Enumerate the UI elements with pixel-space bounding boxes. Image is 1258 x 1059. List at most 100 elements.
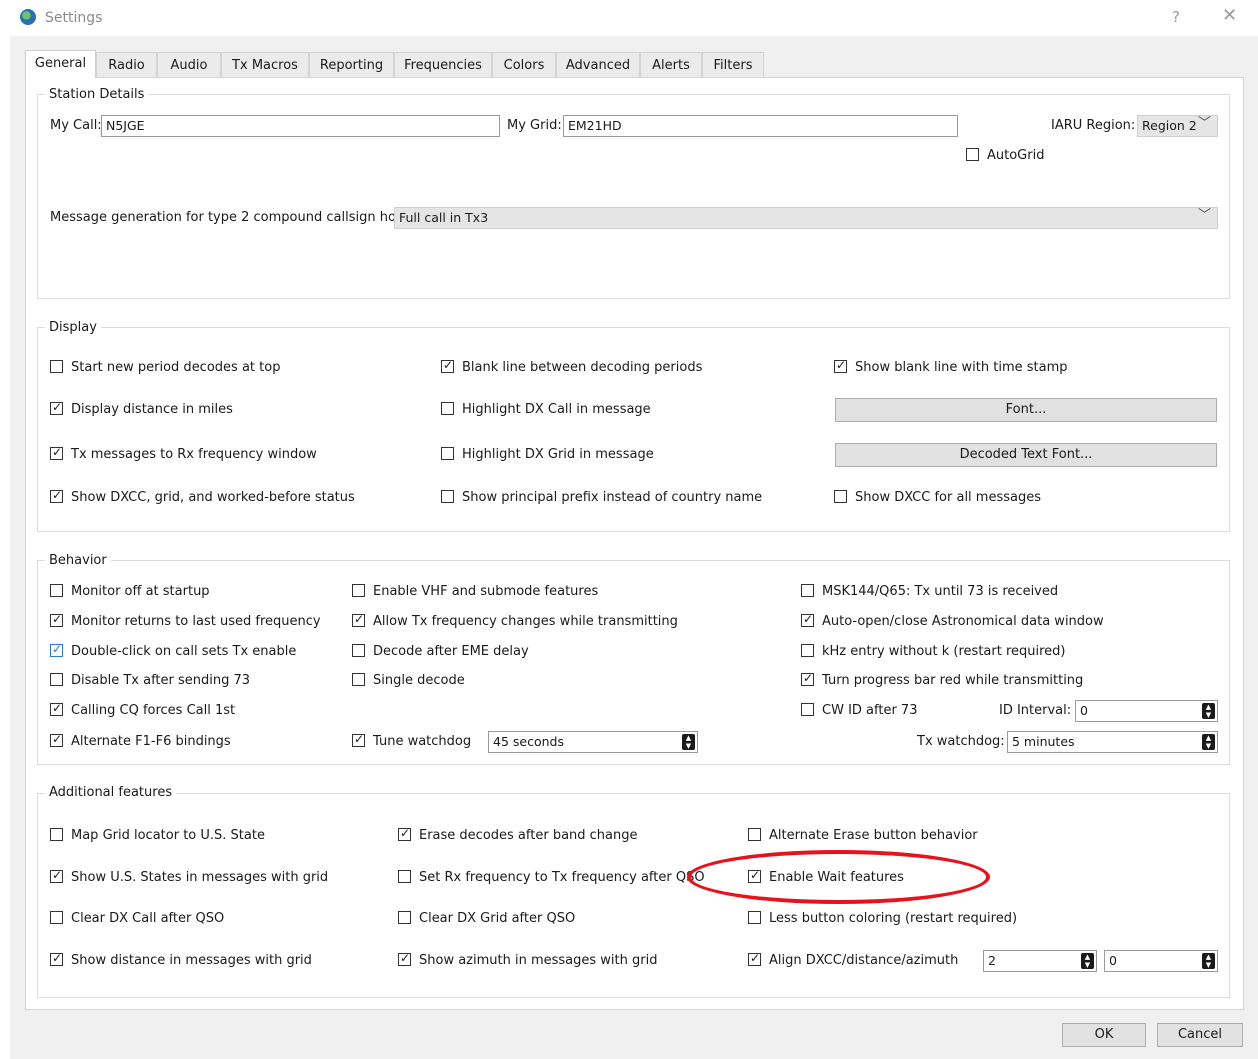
tab-frequencies[interactable]: Frequencies <box>394 52 492 77</box>
spin-arrows-icon[interactable]: ▲ ▼ <box>1202 734 1215 750</box>
tab-advanced[interactable]: Advanced <box>556 52 640 77</box>
tx-watchdog-label: Tx watchdog: <box>917 734 1005 749</box>
align-value-1: 2 <box>988 953 996 968</box>
align-spinbox-1[interactable]: 2 ▲ ▼ <box>983 950 1097 972</box>
checkbox-label: AutoGrid <box>987 148 1045 163</box>
checkbox-box: ✓ <box>50 701 63 716</box>
align-spinbox-2[interactable]: 0 ▲ ▼ <box>1104 950 1218 972</box>
checkbox-box <box>50 673 63 686</box>
spin-arrows-icon[interactable]: ▲ ▼ <box>1081 953 1094 969</box>
checkbox-box: ✓ <box>50 732 63 747</box>
close-icon[interactable]: ✕ <box>1222 5 1237 26</box>
checkbox-label: Erase decodes after band change <box>419 828 638 843</box>
tab-colors[interactable]: Colors <box>492 52 556 77</box>
spin-arrows-icon[interactable]: ▲ ▼ <box>1202 703 1215 719</box>
msg-gen-value: Full call in Tx3 <box>399 210 489 225</box>
checkbox-label: Set Rx frequency to Tx frequency after Q… <box>419 870 705 885</box>
window-title: Settings <box>45 10 103 26</box>
spin-arrows-icon[interactable]: ▲ ▼ <box>682 734 695 750</box>
checkbox-label: Calling CQ forces Call 1st <box>71 703 236 718</box>
chevron-down-icon: ﹀ <box>1197 208 1211 223</box>
id-interval-label: ID Interval: <box>999 703 1072 718</box>
checkbox-box: ✓ <box>352 612 365 627</box>
id-interval-value: 0 <box>1080 703 1088 718</box>
checkbox-label: Show DXCC for all messages <box>855 490 1041 505</box>
checkbox-box: ✓ <box>50 642 63 657</box>
chevron-down-icon: ﹀ <box>1197 116 1211 131</box>
check-icon: ✓ <box>803 671 814 685</box>
checkbox-label: Disable Tx after sending 73 <box>71 673 251 688</box>
tab-radio[interactable]: Radio <box>96 52 157 77</box>
display-title: Display <box>45 320 101 335</box>
checkbox-label: Less button coloring (restart required) <box>769 911 1018 926</box>
tab-filters[interactable]: Filters <box>702 52 764 77</box>
checkbox-label: MSK144/Q65: Tx until 73 is received <box>822 584 1059 599</box>
checkbox-box <box>441 402 454 415</box>
checkbox-box <box>352 644 365 657</box>
tune-watchdog-spinbox[interactable]: 45 seconds ▲ ▼ <box>488 731 698 753</box>
checkbox-box: ✓ <box>50 445 63 460</box>
checkbox-label: Alternate F1-F6 bindings <box>71 734 231 749</box>
checkbox-label: Allow Tx frequency changes while transmi… <box>373 614 678 629</box>
checkbox-box <box>441 490 454 503</box>
tab-tx-macros[interactable]: Tx Macros <box>221 52 309 77</box>
checkbox-box: ✓ <box>834 358 847 373</box>
tab-alerts[interactable]: Alerts <box>640 52 702 77</box>
iaru-region-value: Region 2 <box>1142 118 1197 133</box>
check-icon: ✓ <box>836 358 847 372</box>
checkbox-box <box>50 911 63 924</box>
annotation-ellipse <box>687 850 990 904</box>
checkbox-label: Show distance in messages with grid <box>71 953 312 968</box>
checkbox-label: kHz entry without k (restart required) <box>822 644 1066 659</box>
checkbox-box: ✓ <box>398 826 411 841</box>
checkbox-label: Single decode <box>373 673 465 688</box>
id-interval-spinbox[interactable]: 0 ▲ ▼ <box>1075 700 1218 722</box>
ok-button[interactable]: OK <box>1062 1023 1146 1047</box>
checkbox-label: Highlight DX Grid in message <box>462 447 654 462</box>
checkbox-box <box>966 148 979 161</box>
additional-features-title: Additional features <box>45 785 177 800</box>
checkbox-label: Auto-open/close Astronomical data window <box>822 614 1104 629</box>
checkbox-label: Double-click on call sets Tx enable <box>71 644 297 659</box>
checkbox-label: Start new period decodes at top <box>71 360 281 375</box>
spin-arrows-icon[interactable]: ▲ ▼ <box>1202 953 1215 969</box>
checkbox-box <box>834 490 847 503</box>
check-icon: ✓ <box>52 868 63 882</box>
tab-reporting[interactable]: Reporting <box>309 52 394 77</box>
checkbox-label: Align DXCC/distance/azimuth <box>769 953 959 968</box>
my-grid-input[interactable]: EM21HD <box>563 115 958 137</box>
msg-gen-select[interactable]: Full call in Tx3 ﹀ <box>394 207 1218 229</box>
check-icon: ✓ <box>803 612 814 626</box>
checkbox-box <box>441 447 454 460</box>
check-icon: ✓ <box>52 400 63 414</box>
decoded-text-font-button[interactable]: Decoded Text Font... <box>835 443 1217 467</box>
checkbox-box: ✓ <box>50 400 63 415</box>
checkbox-box: ✓ <box>398 951 411 966</box>
tab-audio[interactable]: Audio <box>157 52 221 77</box>
check-icon: ✓ <box>52 445 63 459</box>
help-icon[interactable]: ? <box>1172 8 1180 26</box>
msg-gen-label: Message generation for type 2 compound c… <box>50 210 433 225</box>
checkbox-label: Tune watchdog <box>373 734 472 749</box>
my-grid-label: My Grid: <box>507 118 562 133</box>
my-call-input[interactable]: N5JGE <box>101 115 500 137</box>
checkbox-box <box>801 644 814 657</box>
font-button[interactable]: Font... <box>835 398 1217 422</box>
checkbox-box <box>50 828 63 841</box>
checkbox-label: Show azimuth in messages with grid <box>419 953 658 968</box>
tab-general[interactable]: General <box>25 50 96 78</box>
check-icon: ✓ <box>354 732 365 746</box>
iaru-region-select[interactable]: Region 2 ﹀ <box>1137 115 1218 137</box>
tune-watchdog-value: 45 seconds <box>493 734 564 749</box>
checkbox-label: CW ID after 73 <box>822 703 918 718</box>
my-call-label: My Call: <box>50 118 102 133</box>
check-icon: ✓ <box>750 951 761 965</box>
cancel-button[interactable]: Cancel <box>1157 1023 1243 1047</box>
tx-watchdog-spinbox[interactable]: 5 minutes ▲ ▼ <box>1007 731 1218 753</box>
checkbox-label: Show DXCC, grid, and worked-before statu… <box>71 490 355 505</box>
checkbox-box: ✓ <box>352 732 365 747</box>
title-bar: Settings ? ✕ <box>0 0 1258 36</box>
checkbox-box <box>50 584 63 597</box>
iaru-region-label: IARU Region: <box>1051 118 1136 133</box>
checkbox-label: Alternate Erase button behavior <box>769 828 978 843</box>
